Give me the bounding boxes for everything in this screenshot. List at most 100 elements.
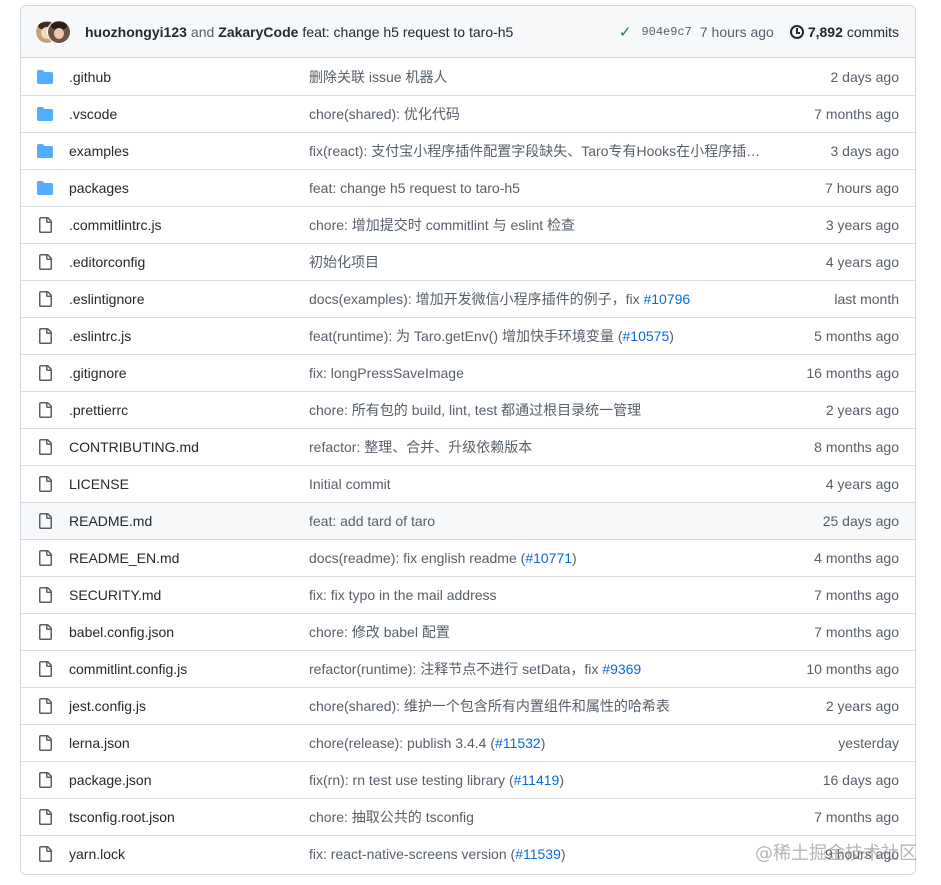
commits-history-link[interactable]: 7,892 commits	[789, 24, 899, 40]
file-name-link[interactable]: README_EN.md	[69, 550, 309, 566]
commit-message-text[interactable]: feat(runtime): 为 Taro.getEnv() 增加快手环境变量 …	[309, 328, 623, 344]
last-commit-message[interactable]: chore: 所有包的 build, lint, test 都通过根目录统一管理	[309, 400, 789, 420]
commit-message-text[interactable]: Initial commit	[309, 476, 391, 492]
file-row[interactable]: README_EN.md docs(readme): fix english re…	[21, 539, 915, 576]
file-row[interactable]: babel.config.json chore: 修改 babel 配置 7 mon…	[21, 613, 915, 650]
issue-link[interactable]: #11419	[514, 772, 560, 788]
last-commit-message[interactable]: chore(shared): 维护一个包含所有内置组件和属性的哈希表	[309, 696, 789, 716]
commit-message-text[interactable]: chore(release): publish 3.4.4 (	[309, 735, 495, 751]
coauthor-link[interactable]: ZakaryCode	[218, 24, 298, 40]
file-row[interactable]: jest.config.js chore(shared): 维护一个包含所有内置组…	[21, 687, 915, 724]
commit-message-text[interactable]: fix: react-native-screens version (	[309, 846, 515, 862]
commit-message-text[interactable]: chore: 抽取公共的 tsconfig	[309, 809, 474, 825]
commit-message-text[interactable]: docs(readme): fix english readme (	[309, 550, 525, 566]
file-row[interactable]: .commitlintrc.js chore: 增加提交时 commitlint …	[21, 206, 915, 243]
file-row[interactable]: SECURITY.md fix: fix typo in the mail add…	[21, 576, 915, 613]
commit-message-text[interactable]: docs(examples): 增加开发微信小程序插件的例子，fix	[309, 291, 643, 307]
file-row[interactable]: README.md feat: add tard of taro 25 days a…	[21, 502, 915, 539]
commit-message-text[interactable]: chore: 所有包的 build, lint, test 都通过根目录统一管理	[309, 402, 641, 418]
file-name-link[interactable]: lerna.json	[69, 735, 309, 751]
last-commit-message[interactable]: refactor(runtime): 注释节点不进行 setData，fix #…	[309, 659, 789, 679]
file-row[interactable]: .eslintrc.js feat(runtime): 为 Taro.getEnv…	[21, 317, 915, 354]
file-row[interactable]: .gitignore fix: longPressSaveImage 16 mont…	[21, 354, 915, 391]
file-name-link[interactable]: .gitignore	[69, 365, 309, 381]
issue-link[interactable]: #11532	[495, 735, 541, 751]
file-name-link[interactable]: README.md	[69, 513, 309, 529]
avatar[interactable]	[47, 19, 71, 44]
commit-message-text[interactable]: refactor: 整理、合并、升级依赖版本	[309, 439, 532, 455]
file-name-link[interactable]: LICENSE	[69, 476, 309, 492]
last-commit-message[interactable]: fix: fix typo in the mail address	[309, 587, 789, 603]
file-row[interactable]: CONTRIBUTING.md refactor: 整理、合并、升级依赖版本 8 m…	[21, 428, 915, 465]
check-icon[interactable]: ✓	[619, 23, 632, 41]
file-name-link[interactable]: .editorconfig	[69, 254, 309, 270]
file-row[interactable]: tsconfig.root.json chore: 抽取公共的 tsconfig 7…	[21, 798, 915, 835]
commit-message-text[interactable]: refactor(runtime): 注释节点不进行 setData，fix	[309, 661, 602, 677]
last-commit-message[interactable]: refactor: 整理、合并、升级依赖版本	[309, 437, 789, 457]
file-name-link[interactable]: package.json	[69, 772, 309, 788]
commit-sha-link[interactable]: 904e9c7	[641, 25, 691, 39]
file-name-link[interactable]: commitlint.config.js	[69, 661, 309, 677]
file-name-link[interactable]: packages	[69, 180, 309, 196]
commit-message-text[interactable]: chore: 修改 babel 配置	[309, 624, 450, 640]
commit-message-text[interactable]: chore(shared): 维护一个包含所有内置组件和属性的哈希表	[309, 698, 670, 714]
issue-link[interactable]: #10796	[643, 291, 690, 307]
file-name-link[interactable]: .commitlintrc.js	[69, 217, 309, 233]
last-commit-message[interactable]: chore(release): publish 3.4.4 (#11532)	[309, 735, 789, 751]
issue-link[interactable]: #10575	[623, 328, 670, 344]
commit-message-link[interactable]: feat: change h5 request to taro-h5	[302, 24, 513, 40]
last-commit-message[interactable]: Initial commit	[309, 476, 789, 492]
file-row[interactable]: .editorconfig 初始化项目 4 years ago	[21, 243, 915, 280]
issue-link[interactable]: #10771	[525, 550, 572, 566]
last-commit-message[interactable]: chore(shared): 优化代码	[309, 104, 789, 124]
commit-message-text[interactable]: fix(rn): rn test use testing library (	[309, 772, 514, 788]
commit-message-text[interactable]: feat: change h5 request to taro-h5	[309, 180, 520, 196]
commit-message-text[interactable]: chore: 增加提交时 commitlint 与 eslint 检查	[309, 217, 575, 233]
file-row[interactable]: .github 删除关联 issue 机器人 2 days ago	[21, 58, 915, 95]
file-name-link[interactable]: babel.config.json	[69, 624, 309, 640]
last-commit-message[interactable]: feat: add tard of taro	[309, 513, 789, 529]
file-name-link[interactable]: jest.config.js	[69, 698, 309, 714]
commit-message-text[interactable]: 删除关联 issue 机器人	[309, 69, 447, 85]
last-commit-message[interactable]: 删除关联 issue 机器人	[309, 67, 789, 87]
file-row[interactable]: .eslintignore docs(examples): 增加开发微信小程序插件…	[21, 280, 915, 317]
last-commit-message[interactable]: fix: react-native-screens version (#1153…	[309, 846, 789, 862]
last-commit-message[interactable]: docs(examples): 增加开发微信小程序插件的例子，fix #1079…	[309, 289, 789, 309]
last-commit-message[interactable]: fix(react): 支付宝小程序插件配置字段缺失、Taro专有Hooks在小…	[309, 141, 789, 161]
issue-link[interactable]: #11539	[515, 846, 561, 862]
file-name-link[interactable]: SECURITY.md	[69, 587, 309, 603]
file-name-link[interactable]: CONTRIBUTING.md	[69, 439, 309, 455]
author-avatars[interactable]	[35, 19, 73, 45]
commit-message-text[interactable]: fix: longPressSaveImage	[309, 365, 464, 381]
last-commit-message[interactable]: chore: 增加提交时 commitlint 与 eslint 检查	[309, 215, 789, 235]
file-row[interactable]: .vscode chore(shared): 优化代码 7 months ago	[21, 95, 915, 132]
last-commit-message[interactable]: chore: 抽取公共的 tsconfig	[309, 807, 789, 827]
commit-message-text[interactable]: chore(shared): 优化代码	[309, 106, 460, 122]
file-name-link[interactable]: examples	[69, 143, 309, 159]
file-name-link[interactable]: yarn.lock	[69, 846, 309, 862]
last-commit-message[interactable]: fix: longPressSaveImage	[309, 365, 789, 381]
file-row[interactable]: package.json fix(rn): rn test use testing…	[21, 761, 915, 798]
file-row[interactable]: commitlint.config.js refactor(runtime): 注…	[21, 650, 915, 687]
author-link[interactable]: huozhongyi123	[85, 24, 187, 40]
file-row[interactable]: LICENSE Initial commit 4 years ago	[21, 465, 915, 502]
file-row[interactable]: .prettierrc chore: 所有包的 build, lint, test…	[21, 391, 915, 428]
file-row[interactable]: packages feat: change h5 request to taro-…	[21, 169, 915, 206]
file-row[interactable]: examples fix(react): 支付宝小程序插件配置字段缺失、Taro专…	[21, 132, 915, 169]
file-row[interactable]: lerna.json chore(release): publish 3.4.4 …	[21, 724, 915, 761]
commit-message-text[interactable]: fix: fix typo in the mail address	[309, 587, 497, 603]
file-name-link[interactable]: .prettierrc	[69, 402, 309, 418]
file-name-link[interactable]: .github	[69, 69, 309, 85]
last-commit-message[interactable]: fix(rn): rn test use testing library (#1…	[309, 772, 789, 788]
last-commit-message[interactable]: feat: change h5 request to taro-h5	[309, 180, 789, 196]
commit-message-text[interactable]: feat: add tard of taro	[309, 513, 435, 529]
commit-message-text[interactable]: fix(react): 支付宝小程序插件配置字段缺失、Taro专有Hooks在小…	[309, 143, 760, 159]
last-commit-message[interactable]: docs(readme): fix english readme (#10771…	[309, 550, 789, 566]
issue-link[interactable]: #9369	[602, 661, 641, 677]
last-commit-message[interactable]: 初始化项目	[309, 252, 789, 272]
file-name-link[interactable]: .eslintignore	[69, 291, 309, 307]
file-name-link[interactable]: .eslintrc.js	[69, 328, 309, 344]
commit-message-text[interactable]: 初始化项目	[309, 254, 379, 270]
file-name-link[interactable]: .vscode	[69, 106, 309, 122]
last-commit-message[interactable]: chore: 修改 babel 配置	[309, 622, 789, 642]
